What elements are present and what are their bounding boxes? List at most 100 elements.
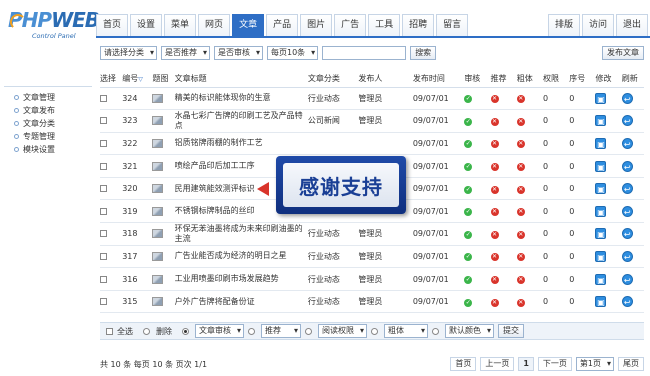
audit-check-icon[interactable]: ✓ (464, 230, 473, 239)
tab-settings[interactable]: 设置 (130, 14, 163, 36)
row-checkbox[interactable] (100, 298, 107, 306)
row-title[interactable]: 水晶七彩广告牌的印刷工艺及产品特点 (174, 109, 308, 133)
row-checkbox[interactable] (100, 185, 107, 193)
edit-icon[interactable]: ▣ (595, 160, 607, 172)
tab-jobs[interactable]: 招聘 (402, 14, 435, 36)
page-select[interactable]: 第1页 (575, 357, 614, 371)
row-checkbox[interactable] (100, 162, 107, 170)
bold-cross-icon[interactable]: ✕ (516, 276, 525, 285)
delete-radio[interactable] (143, 327, 150, 335)
edit-icon[interactable]: ▣ (595, 228, 607, 240)
audit-check-icon[interactable]: ✓ (464, 253, 473, 262)
tab-menu[interactable]: 菜单 (164, 14, 197, 36)
next-page-button[interactable]: 下一页 (537, 357, 572, 371)
select-all-checkbox[interactable] (106, 327, 113, 335)
bold-action-select[interactable]: 粗体 (384, 324, 428, 338)
recommend-action-select[interactable]: 推荐 (261, 324, 301, 338)
sidebar-item-article-category[interactable]: 文章分类 (0, 117, 96, 130)
tab-pages[interactable]: 网页 (198, 14, 231, 36)
bold-cross-icon[interactable]: ✕ (516, 95, 525, 104)
refresh-icon[interactable]: ↩ (621, 183, 633, 195)
refresh-icon[interactable]: ↩ (621, 273, 633, 285)
tab-products[interactable]: 产品 (266, 14, 299, 36)
recommend-cross-icon[interactable]: ✕ (490, 163, 499, 172)
row-checkbox[interactable] (100, 139, 107, 147)
perm-action-select[interactable]: 阅读权限 (318, 324, 367, 338)
refresh-icon[interactable]: ↩ (621, 115, 633, 127)
sidebar-item-article-publish[interactable]: 文章发布 (0, 104, 96, 117)
row-checkbox[interactable] (100, 252, 107, 260)
audit-radio[interactable] (182, 327, 189, 335)
row-title[interactable]: 工业用喷墨印刷市场发展趋势 (174, 267, 308, 291)
refresh-icon[interactable]: ↩ (621, 160, 633, 172)
audit-check-icon[interactable]: ✓ (464, 163, 473, 172)
row-checkbox[interactable] (100, 207, 107, 215)
sidebar-item-module-settings[interactable]: 模块设置 (0, 143, 96, 156)
edit-icon[interactable]: ▣ (595, 296, 607, 308)
tab-messages[interactable]: 留言 (436, 14, 469, 36)
bold-cross-icon[interactable]: ✕ (516, 163, 525, 172)
bold-cross-icon[interactable]: ✕ (516, 117, 525, 126)
edit-icon[interactable]: ▣ (595, 273, 607, 285)
sidebar-item-topic-manage[interactable]: 专题管理 (0, 130, 96, 143)
tab-tools[interactable]: 工具 (368, 14, 401, 36)
refresh-icon[interactable]: ↩ (621, 205, 633, 217)
refresh-icon[interactable]: ↩ (621, 250, 633, 262)
row-checkbox[interactable] (100, 94, 107, 102)
search-input[interactable] (322, 46, 407, 60)
recommend-cross-icon[interactable]: ✕ (490, 140, 499, 149)
row-title[interactable]: 精美的标识能体现你的生意 (174, 87, 308, 111)
recommend-radio[interactable] (248, 327, 255, 335)
refresh-icon[interactable]: ↩ (621, 296, 633, 308)
tab-logout[interactable]: 退出 (615, 14, 648, 36)
row-checkbox[interactable] (100, 275, 107, 283)
refresh-icon[interactable]: ↩ (621, 228, 633, 240)
tab-images[interactable]: 图片 (300, 14, 333, 36)
row-title[interactable]: 铝质铭牌雨棚的制作工艺 (174, 132, 308, 156)
edit-icon[interactable]: ▣ (595, 183, 607, 195)
refresh-icon[interactable]: ↩ (621, 137, 633, 149)
bold-cross-icon[interactable]: ✕ (516, 230, 525, 239)
edit-icon[interactable]: ▣ (595, 92, 607, 104)
row-checkbox[interactable] (100, 230, 107, 238)
recommend-cross-icon[interactable]: ✕ (490, 95, 499, 104)
row-title[interactable]: 户外广告牌将配备份证 (174, 290, 308, 314)
bold-cross-icon[interactable]: ✕ (516, 208, 525, 217)
audit-select[interactable]: 是否审核 (214, 46, 263, 60)
audit-check-icon[interactable]: ✓ (464, 208, 473, 217)
tab-ads[interactable]: 广告 (334, 14, 367, 36)
recommend-cross-icon[interactable]: ✕ (490, 253, 499, 262)
recommend-cross-icon[interactable]: ✕ (490, 276, 499, 285)
audit-check-icon[interactable]: ✓ (464, 95, 473, 104)
row-title[interactable]: 环保无苯油墨将成为未来印刷油墨的主流 (174, 222, 308, 246)
edit-icon[interactable]: ▣ (595, 115, 607, 127)
current-page[interactable]: 1 (518, 357, 534, 371)
col-id[interactable]: 编号▽ (122, 70, 153, 88)
refresh-icon[interactable]: ↩ (621, 92, 633, 104)
recommend-cross-icon[interactable]: ✕ (490, 185, 499, 194)
perm-radio[interactable] (305, 327, 312, 335)
edit-icon[interactable]: ▣ (595, 137, 607, 149)
sidebar-item-article-manage[interactable]: 文章管理 (0, 91, 96, 104)
audit-check-icon[interactable]: ✓ (464, 185, 473, 194)
tab-layout[interactable]: 排版 (547, 14, 580, 36)
audit-check-icon[interactable]: ✓ (464, 298, 473, 307)
audit-check-icon[interactable]: ✓ (464, 117, 473, 126)
recommend-cross-icon[interactable]: ✕ (490, 117, 499, 126)
bold-cross-icon[interactable]: ✕ (516, 185, 525, 194)
tab-articles[interactable]: 文章 (232, 14, 265, 36)
per-page-select[interactable]: 每页10条 (267, 46, 319, 60)
row-checkbox[interactable] (100, 117, 107, 125)
last-page-button[interactable]: 尾页 (618, 357, 644, 371)
bold-radio[interactable] (371, 327, 378, 335)
row-title[interactable]: 广告业能否成为经济的明日之星 (174, 245, 308, 269)
prev-page-button[interactable]: 上一页 (480, 357, 515, 371)
recommend-cross-icon[interactable]: ✕ (490, 230, 499, 239)
tab-visit[interactable]: 访问 (581, 14, 614, 36)
audit-check-icon[interactable]: ✓ (464, 276, 473, 285)
bold-cross-icon[interactable]: ✕ (516, 140, 525, 149)
submit-button[interactable]: 提交 (498, 324, 524, 338)
recommend-cross-icon[interactable]: ✕ (490, 298, 499, 307)
search-button[interactable]: 搜索 (410, 46, 437, 60)
bold-cross-icon[interactable]: ✕ (516, 298, 525, 307)
